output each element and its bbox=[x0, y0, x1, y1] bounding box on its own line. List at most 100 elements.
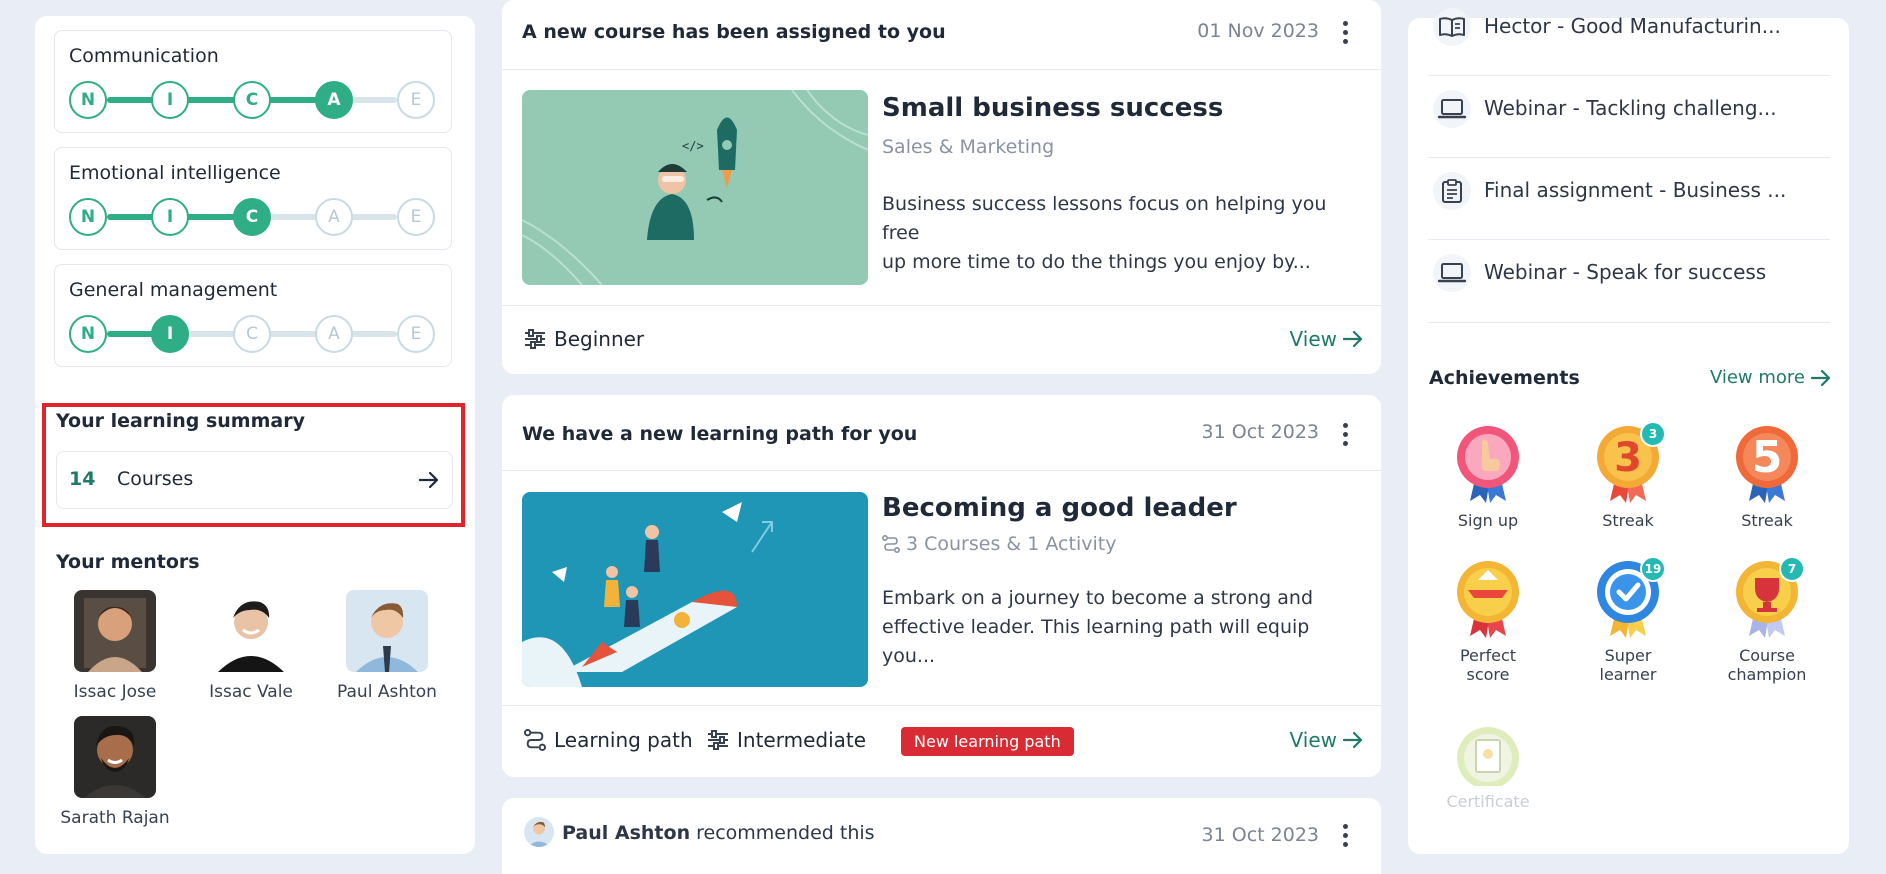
laptop-icon bbox=[1433, 254, 1471, 292]
route-icon bbox=[882, 535, 900, 553]
view-more-achievements-link[interactable]: View more bbox=[1710, 367, 1831, 388]
course-level: Beginner bbox=[524, 327, 644, 351]
card-header-text: A new course has been assigned to you bbox=[522, 21, 946, 43]
feed-card-recommendation: Paul Ashton recommended this 31 Oct 2023 bbox=[502, 798, 1381, 874]
course-description: Business success lessons focus on helpin… bbox=[882, 193, 1327, 273]
courses-count: 14 bbox=[69, 468, 96, 490]
more-options-icon[interactable] bbox=[1343, 423, 1349, 447]
perfect-score-medal-icon bbox=[1452, 558, 1524, 640]
level-advanced: A bbox=[315, 198, 353, 236]
level-expert: E bbox=[397, 315, 435, 353]
level-advanced: A bbox=[315, 315, 353, 353]
level-intermediate: I bbox=[151, 198, 189, 236]
achievement-streak-5[interactable]: 5 Streak bbox=[1707, 423, 1827, 530]
sliders-icon bbox=[525, 329, 545, 349]
level-expert: E bbox=[397, 198, 435, 236]
upcoming-item[interactable]: Webinar - Speak for success bbox=[1428, 240, 1830, 322]
courses-label: Courses bbox=[117, 468, 194, 490]
achievement-count-badge: 7 bbox=[1779, 556, 1805, 582]
learning-path-title[interactable]: Becoming a good leader bbox=[882, 493, 1237, 523]
level-novice: N bbox=[69, 315, 107, 353]
sliders-icon bbox=[708, 730, 728, 750]
feed-card-learning-path: We have a new learning path for you 31 O… bbox=[502, 395, 1381, 777]
avatar bbox=[346, 590, 428, 672]
view-course-link[interactable]: View bbox=[1290, 327, 1363, 351]
right-panel: Hector - Good Manufacturin... Webinar - … bbox=[1408, 8, 1849, 854]
arrow-right-icon bbox=[1343, 732, 1363, 748]
level-intermediate: I bbox=[151, 81, 189, 119]
achievement-streak-3[interactable]: 3 3 Streak bbox=[1568, 421, 1688, 530]
clipboard-icon bbox=[1433, 172, 1471, 210]
level-advanced: A bbox=[315, 81, 353, 119]
sign-up-medal-icon bbox=[1452, 423, 1524, 505]
level-novice: N bbox=[69, 198, 107, 236]
upcoming-item[interactable]: Hector - Good Manufacturin... bbox=[1428, 0, 1830, 76]
achievement-sign-up[interactable]: Sign up bbox=[1428, 423, 1548, 530]
course-title[interactable]: Small business success bbox=[882, 93, 1223, 123]
skill-title: Emotional intelligence bbox=[69, 162, 281, 184]
arrow-right-icon bbox=[1811, 369, 1831, 386]
card-date: 31 Oct 2023 bbox=[1201, 421, 1319, 443]
upcoming-item-title: Webinar - Tackling challeng... bbox=[1484, 96, 1777, 120]
divider bbox=[502, 69, 1381, 70]
arrow-right-icon bbox=[1343, 331, 1363, 347]
skill-title: General management bbox=[69, 279, 278, 301]
more-options-icon[interactable] bbox=[1343, 824, 1349, 848]
feed-card-course: A new course has been assigned to you 01… bbox=[502, 0, 1381, 374]
mentor-paul-ashton[interactable]: Paul Ashton bbox=[327, 590, 447, 702]
view-learning-path-link[interactable]: View bbox=[1290, 728, 1363, 752]
streak-medal-icon: 5 bbox=[1731, 423, 1803, 505]
certificate-medal-icon bbox=[1452, 724, 1524, 789]
mentor-sarath-rajan[interactable]: Sarath Rajan bbox=[55, 716, 175, 828]
recommendation-text: Paul Ashton recommended this bbox=[562, 822, 875, 844]
mentors-title: Your mentors bbox=[56, 551, 200, 573]
divider bbox=[1428, 322, 1830, 323]
arrow-right-icon bbox=[418, 471, 439, 489]
card-header-text: We have a new learning path for you bbox=[522, 423, 918, 445]
mentor-issac-jose[interactable]: Issac Jose bbox=[55, 590, 175, 702]
learning-summary-title: Your learning summary bbox=[56, 410, 305, 432]
learning-path-summary: 3 Courses & 1 Activity bbox=[882, 533, 1116, 555]
level-expert: E bbox=[397, 81, 435, 119]
recommender-name[interactable]: Paul Ashton bbox=[562, 822, 690, 844]
new-learning-path-badge: New learning path bbox=[901, 727, 1074, 756]
divider bbox=[502, 470, 1381, 471]
learning-path-type: Learning path bbox=[524, 728, 693, 752]
super-learner-medal-icon: 19 bbox=[1592, 556, 1666, 640]
achievement-course-champion[interactable]: 7 Course champion bbox=[1707, 556, 1827, 684]
achievement-count-badge: 19 bbox=[1640, 556, 1666, 582]
route-icon bbox=[524, 729, 546, 751]
skill-card-emotional-intelligence[interactable]: Emotional intelligence N I C A E bbox=[54, 147, 452, 250]
mentor-name: Sarath Rajan bbox=[60, 808, 170, 828]
upcoming-item-title: Hector - Good Manufacturin... bbox=[1484, 14, 1781, 38]
avatar bbox=[74, 590, 156, 672]
upcoming-item-title: Final assignment - Business ... bbox=[1484, 178, 1787, 202]
laptop-icon bbox=[1433, 90, 1471, 128]
mentor-issac-vale[interactable]: Issac Vale bbox=[191, 590, 311, 702]
book-open-icon bbox=[1433, 8, 1471, 46]
achievement-certificate-locked[interactable]: Certificate bbox=[1428, 724, 1548, 811]
achievements-title: Achievements bbox=[1429, 367, 1580, 389]
avatar bbox=[524, 817, 554, 847]
achievement-perfect-score[interactable]: Perfect score bbox=[1428, 558, 1548, 684]
learning-path-level: Intermediate bbox=[707, 728, 866, 752]
achievement-super-learner[interactable]: 19 Super learner bbox=[1568, 556, 1688, 684]
skill-card-general-management[interactable]: General management N I C A E bbox=[54, 264, 452, 367]
streak-medal-icon: 3 3 bbox=[1592, 421, 1666, 505]
skill-title: Communication bbox=[69, 45, 219, 67]
skill-card-communication[interactable]: Communication N I C A E bbox=[54, 30, 452, 133]
course-champion-medal-icon: 7 bbox=[1731, 556, 1805, 640]
upcoming-item[interactable]: Webinar - Tackling challeng... bbox=[1428, 76, 1830, 158]
course-thumbnail[interactable]: </> bbox=[522, 90, 868, 285]
card-date: 31 Oct 2023 bbox=[1201, 824, 1319, 846]
divider bbox=[502, 305, 1381, 306]
level-intermediate: I bbox=[151, 315, 189, 353]
courses-summary-row[interactable]: 14 Courses bbox=[56, 451, 453, 509]
level-competent: C bbox=[233, 81, 271, 119]
upcoming-item[interactable]: Final assignment - Business ... bbox=[1428, 158, 1830, 240]
mentor-name: Paul Ashton bbox=[337, 682, 437, 702]
learning-path-thumbnail[interactable] bbox=[522, 492, 868, 687]
achievement-count-badge: 3 bbox=[1640, 421, 1666, 447]
more-options-icon[interactable] bbox=[1343, 21, 1349, 45]
learning-path-description: Embark on a journey to become a strong a… bbox=[882, 587, 1314, 667]
